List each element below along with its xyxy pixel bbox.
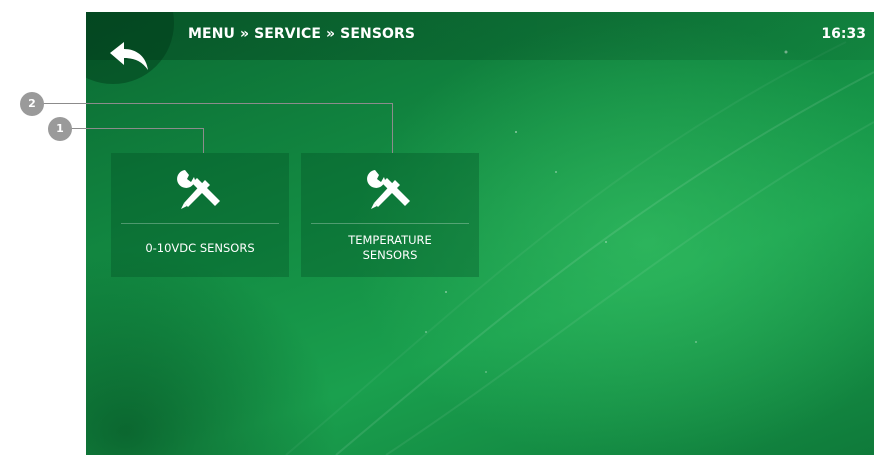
tile-divider <box>121 223 279 224</box>
callout-line <box>42 103 392 104</box>
tile-label-line: SENSORS <box>362 248 418 262</box>
breadcrumb: MENU » SERVICE » SENSORS <box>188 26 416 42</box>
device-screen: MENU » SERVICE » SENSORS 16:33 0-10VDC S… <box>86 12 874 455</box>
tile-temperature-sensors[interactable]: TEMPERATURE SENSORS <box>301 153 479 277</box>
tile-0-10vdc-sensors[interactable]: 0-10VDC SENSORS <box>111 153 289 277</box>
tools-icon <box>367 170 410 209</box>
callout-badge: 1 <box>48 117 72 141</box>
back-arrow-icon <box>110 42 148 70</box>
tile-divider <box>311 223 469 224</box>
tile-label: TEMPERATURE SENSORS <box>305 233 475 263</box>
tile-label-line: TEMPERATURE <box>348 233 432 247</box>
callout-line <box>68 128 203 129</box>
page: MENU » SERVICE » SENSORS 16:33 0-10VDC S… <box>0 0 874 455</box>
callout-line <box>392 103 393 153</box>
clock: 16:33 <box>821 26 866 42</box>
back-button[interactable] <box>104 38 152 74</box>
tools-icon <box>177 170 220 209</box>
tile-label: 0-10VDC SENSORS <box>145 241 255 255</box>
callout-badge: 2 <box>20 92 44 116</box>
callout-line <box>203 128 204 153</box>
